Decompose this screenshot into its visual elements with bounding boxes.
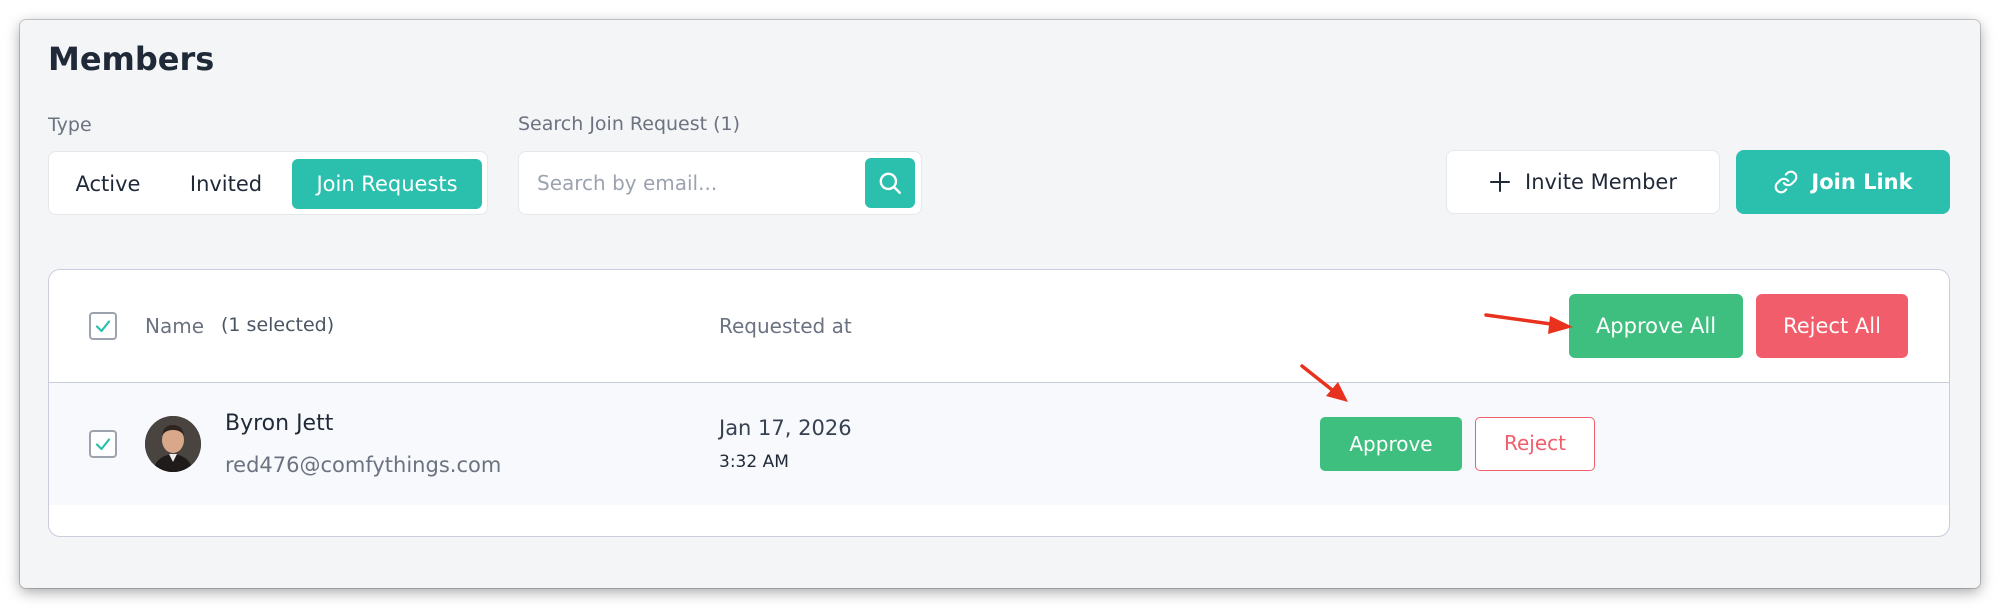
selected-count: (1 selected) xyxy=(221,314,335,336)
type-segmented-control: Active Invited Join Requests xyxy=(48,151,488,215)
check-icon xyxy=(95,438,111,451)
search-button[interactable] xyxy=(865,158,915,208)
search-input[interactable] xyxy=(537,164,857,202)
requested-date: Jan 17, 2026 xyxy=(719,416,852,440)
approve-button[interactable]: Approve xyxy=(1320,417,1462,471)
table-header: Name (1 selected) Requested at Approve A… xyxy=(49,270,1949,383)
select-all-checkbox[interactable] xyxy=(89,312,117,340)
join-requests-table: Name (1 selected) Requested at Approve A… xyxy=(48,269,1950,537)
join-link-label: Join Link xyxy=(1811,170,1913,194)
check-icon xyxy=(95,320,111,333)
reject-button[interactable]: Reject xyxy=(1475,417,1595,471)
search-label: Search Join Request (1) xyxy=(518,113,741,135)
avatar xyxy=(145,416,201,472)
page-title: Members xyxy=(48,40,215,78)
member-email: red476@comfythings.com xyxy=(225,453,502,477)
type-label: Type xyxy=(48,114,92,136)
tab-active[interactable]: Active xyxy=(49,159,167,209)
invite-member-label: Invite Member xyxy=(1525,170,1677,194)
column-header-name: Name xyxy=(145,314,205,338)
approve-all-button[interactable]: Approve All xyxy=(1569,294,1743,358)
column-header-requested-at: Requested at xyxy=(719,314,852,338)
reject-all-button[interactable]: Reject All xyxy=(1756,294,1908,358)
requested-time: 3:32 AM xyxy=(719,452,789,472)
invite-member-button[interactable]: Invite Member xyxy=(1446,150,1720,214)
table-row: Byron Jett red476@comfythings.com Jan 17… xyxy=(49,383,1949,505)
members-window: Members Type Active Invited Join Request… xyxy=(20,20,1980,588)
search-icon xyxy=(879,172,901,194)
link-icon xyxy=(1775,170,1798,194)
search-box xyxy=(518,151,922,215)
plus-icon xyxy=(1490,172,1510,192)
member-name: Byron Jett xyxy=(225,411,334,436)
tab-join-requests[interactable]: Join Requests xyxy=(292,159,482,209)
join-link-button[interactable]: Join Link xyxy=(1736,150,1950,214)
row-checkbox[interactable] xyxy=(89,430,117,458)
tab-invited[interactable]: Invited xyxy=(167,159,285,209)
